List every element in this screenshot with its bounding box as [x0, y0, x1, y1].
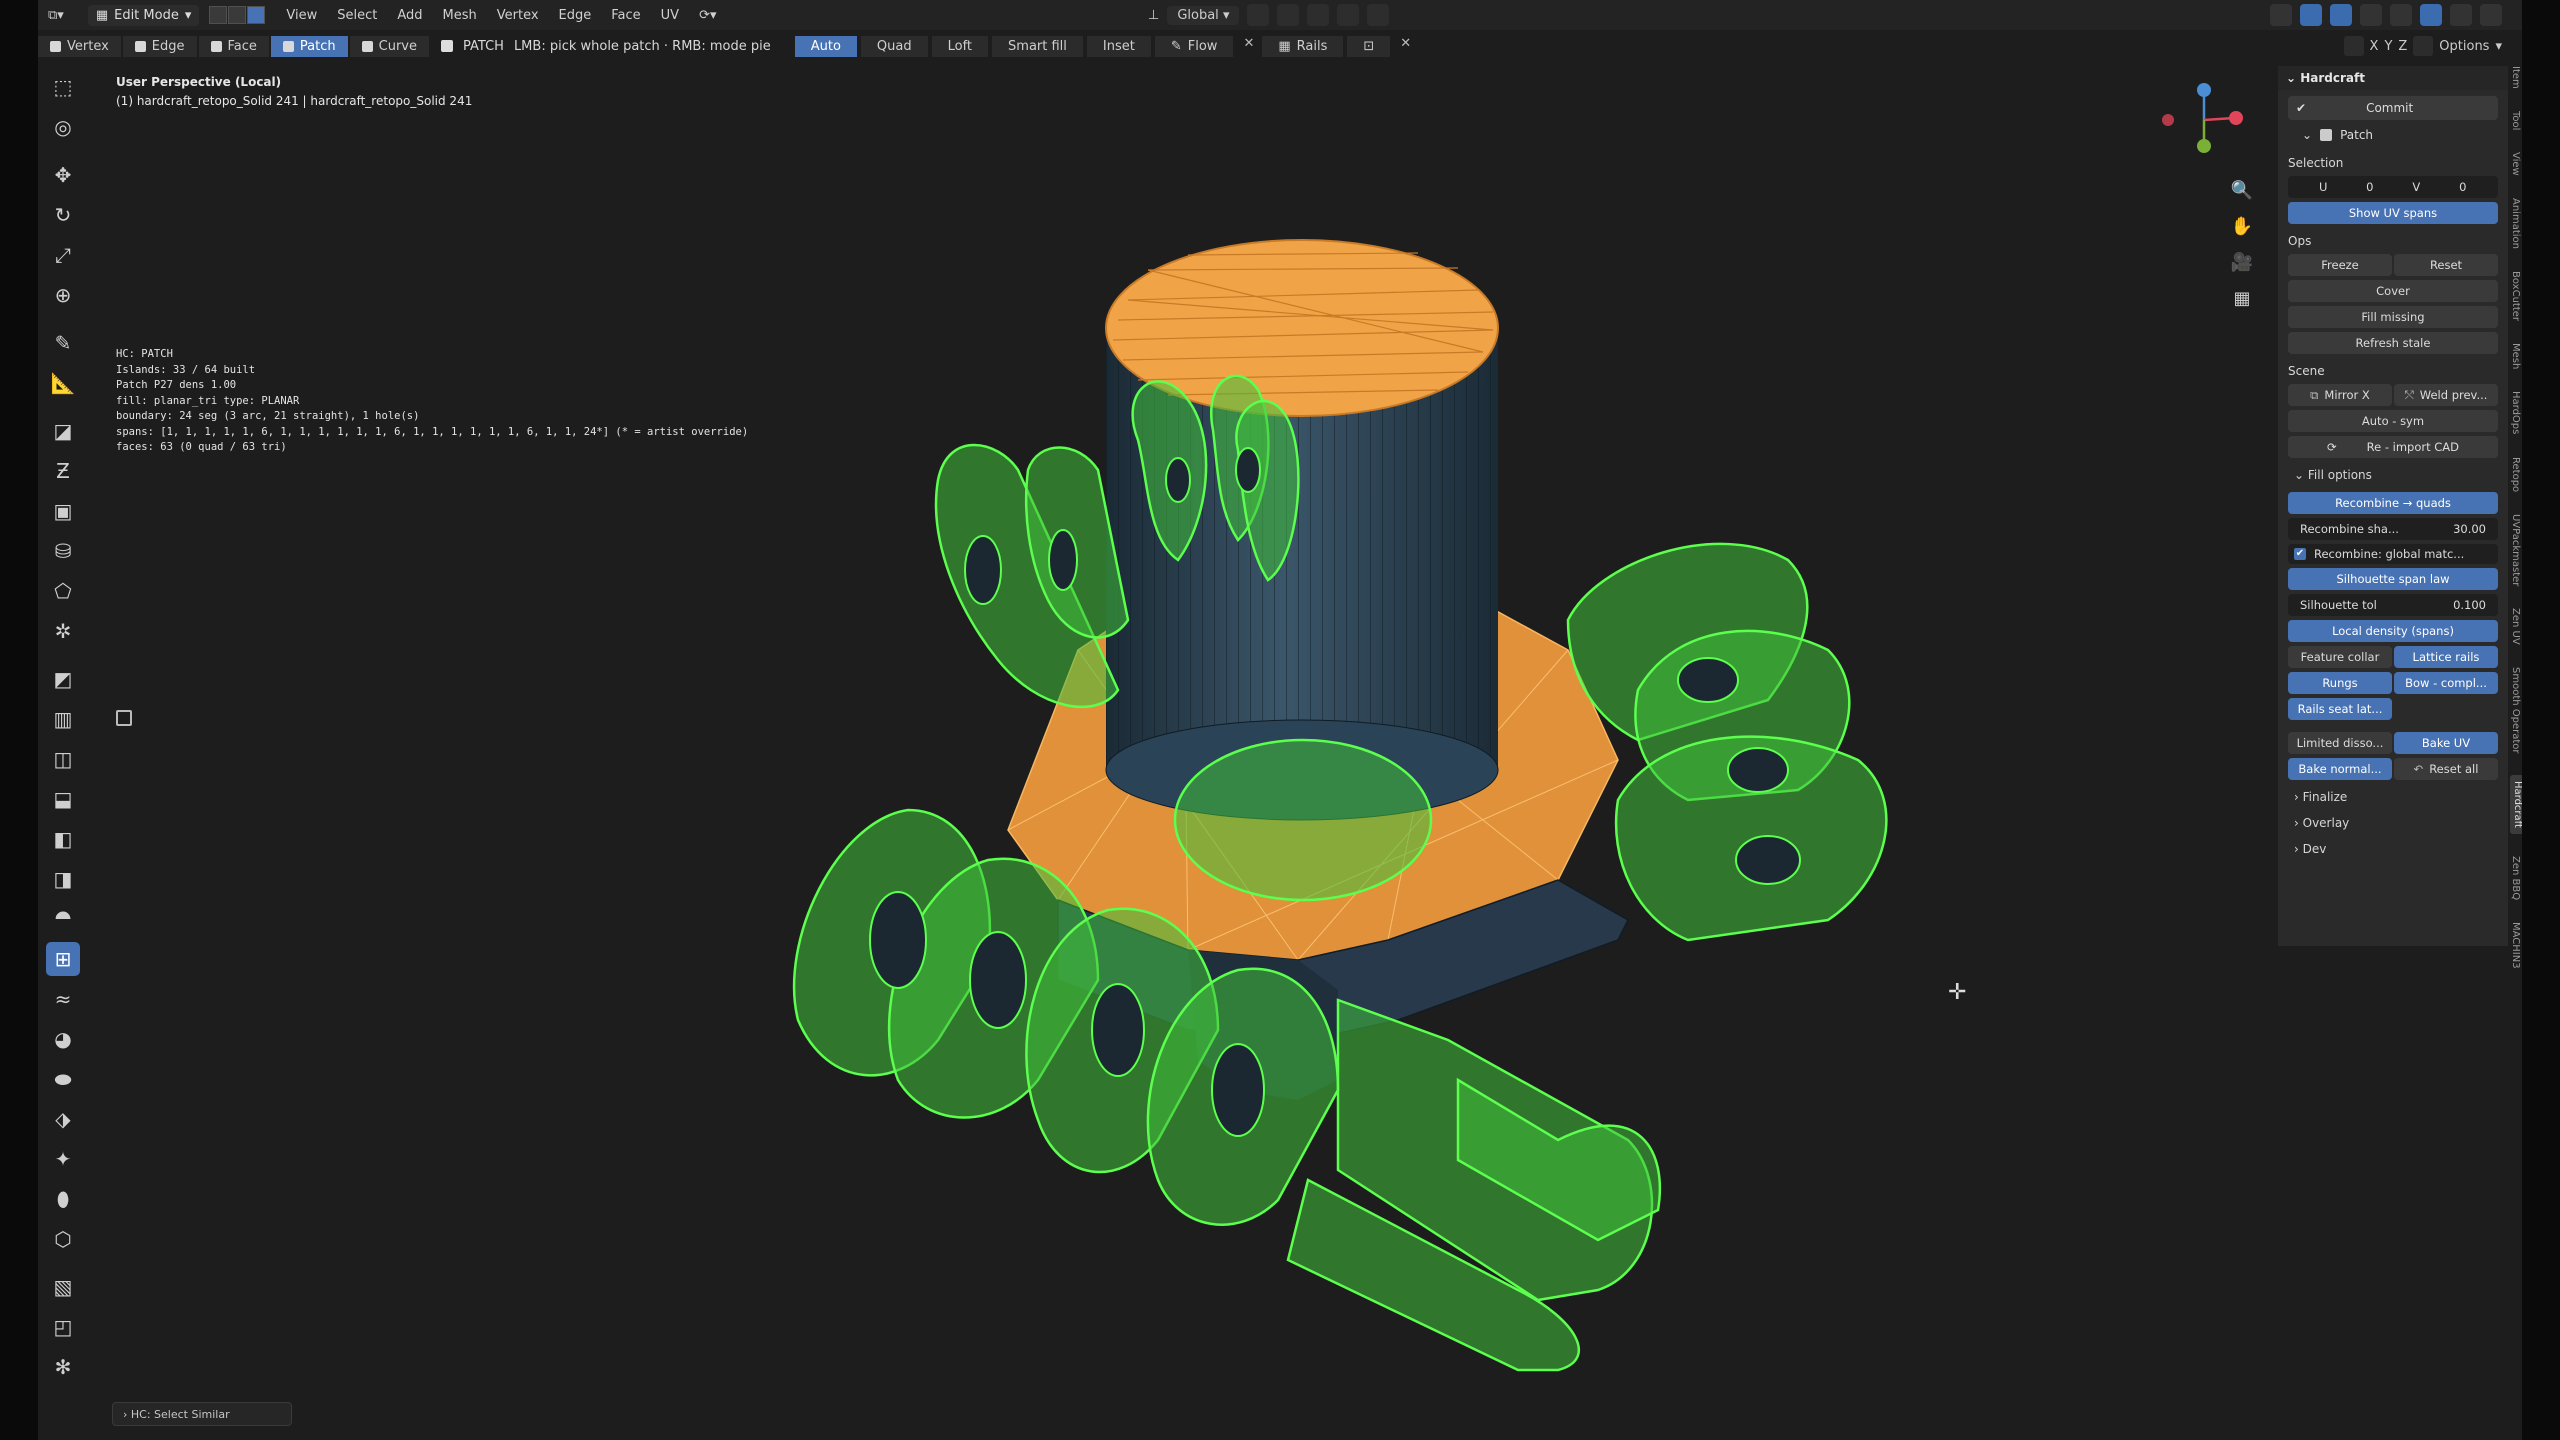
active-object-label: (1) hardcraft_retopo_Solid 241 | hardcra… — [116, 94, 473, 108]
rails-row: Rails seat lat... — [2288, 698, 2498, 720]
tab-item[interactable]: Item — [2510, 66, 2521, 89]
tab-hardcraft[interactable]: Hardcraft — [2510, 775, 2522, 835]
bake-uv-button[interactable]: Bake UV — [2394, 732, 2498, 754]
ops-label: Ops — [2288, 234, 2312, 248]
tab-zen-bbq[interactable]: Zen BBQ — [2510, 856, 2521, 900]
silhouette-span-law-button[interactable]: Silhouette span law — [2288, 568, 2498, 590]
tab-machin3[interactable]: MACHIN3 — [2510, 922, 2521, 969]
limited-dissolve-button[interactable]: Limited disso... — [2288, 732, 2392, 754]
tab-mesh[interactable]: Mesh — [2510, 343, 2521, 369]
scene-row: ⧉ Mirror X ⤲ Weld prev... — [2288, 384, 2498, 406]
selection-label: Selection — [2288, 156, 2344, 170]
chevron-down-icon: ⌄ — [2286, 71, 2301, 85]
panel-header[interactable]: ⌄ Hardcraft — [2278, 66, 2508, 90]
patch-toggle-icon — [2320, 129, 2333, 141]
recombine-global-checkbox[interactable]: ✔ Recombine: global matc... — [2288, 544, 2498, 564]
weld-icon: ⤲ — [2404, 387, 2414, 402]
tab-animation[interactable]: Animation — [2510, 198, 2521, 249]
reset-all-button[interactable]: ↶ Reset all — [2394, 758, 2498, 780]
reimport-cad-button[interactable]: ⟳ Re - import CAD — [2288, 436, 2498, 458]
chevron-right-icon: › — [2294, 816, 2303, 830]
weld-prev-button[interactable]: ⤲ Weld prev... — [2394, 384, 2498, 406]
check-icon: ✔ — [2296, 101, 2307, 115]
feature-row: Feature collar Lattice rails — [2288, 646, 2498, 668]
viewport-nav-buttons: 🔍 ✋ 🎥 ▦ — [2228, 180, 2256, 324]
local-density-button[interactable]: Local density (spans) — [2288, 620, 2498, 642]
lattice-rails-button[interactable]: Lattice rails — [2394, 646, 2498, 668]
mirror-icon: ⧉ — [2310, 387, 2319, 402]
neg-x-axis-icon[interactable] — [2162, 114, 2174, 126]
viewport-3d-scene[interactable] — [38, 0, 2522, 1440]
tab-boxcutter[interactable]: BoxCutter — [2510, 271, 2521, 321]
bake-row: Limited disso... Bake UV — [2288, 732, 2498, 754]
sidebar-tabs: Item Tool View Animation BoxCutter Mesh … — [2510, 66, 2522, 1206]
refresh-icon: ⟳ — [2326, 440, 2337, 454]
tab-retopo[interactable]: Retopo — [2510, 457, 2521, 492]
patch-subpanel[interactable]: ⌄ Patch — [2302, 124, 2498, 146]
x-axis-icon[interactable] — [2229, 111, 2243, 125]
show-uv-spans-button[interactable]: Show UV spans — [2288, 202, 2498, 224]
tab-smooth-operator[interactable]: Smooth Operator — [2510, 667, 2521, 754]
bake-normal-row: Bake normal... ↶ Reset all — [2288, 758, 2498, 780]
scene-label: Scene — [2288, 364, 2325, 378]
refresh-stale-button[interactable]: Refresh stale — [2288, 332, 2498, 354]
overlay-subpanel[interactable]: › Overlay — [2278, 810, 2508, 836]
blender-window: ⧉▾ ▦ Edit Mode ▾ View Select Add Mesh Ve… — [38, 0, 2522, 1440]
camera-view-icon[interactable]: 🎥 — [2228, 252, 2256, 280]
commit-button[interactable]: ✔ Commit — [2288, 96, 2498, 120]
rails-seat-button[interactable]: Rails seat lat... — [2288, 698, 2392, 720]
hardcraft-sidebar-panel: ⌄ Hardcraft ✔ Commit ⌄ Patch Selection U 0… — [2278, 66, 2508, 946]
cover-button[interactable]: Cover — [2288, 280, 2498, 302]
finalize-subpanel[interactable]: › Finalize — [2278, 784, 2508, 810]
reset-button[interactable]: Reset — [2394, 254, 2498, 276]
ops-row: Freeze Reset — [2288, 254, 2498, 276]
chevron-down-icon: ⌄ — [2302, 128, 2313, 142]
zoom-icon[interactable]: 🔍 — [2228, 180, 2256, 208]
rungs-row: Rungs Bow - compl... — [2288, 672, 2498, 694]
z-axis-icon[interactable] — [2197, 83, 2211, 97]
bake-normal-button[interactable]: Bake normal... — [2288, 758, 2392, 780]
tab-view[interactable]: View — [2510, 152, 2521, 176]
feature-collar-button[interactable]: Feature collar — [2288, 646, 2392, 668]
undo-icon: ↶ — [2413, 762, 2424, 776]
recombine-sharp-field[interactable]: Recombine sha... 30.00 — [2288, 518, 2498, 540]
navigation-gizmo[interactable] — [2162, 83, 2243, 153]
chevron-down-icon: ⌄ — [2294, 468, 2308, 482]
check-icon: ✔ — [2294, 548, 2306, 560]
recombine-quads-button[interactable]: Recombine → quads — [2288, 492, 2498, 514]
rungs-button[interactable]: Rungs — [2288, 672, 2392, 694]
tab-hardops[interactable]: HardOps — [2510, 391, 2521, 434]
fill-options-subpanel[interactable]: ⌄ Fill options — [2278, 462, 2508, 488]
mirror-x-button[interactable]: ⧉ Mirror X — [2288, 384, 2392, 406]
chevron-right-icon: › — [2294, 790, 2303, 804]
toolbar-expand-icon[interactable] — [116, 710, 132, 726]
3d-cursor-crosshair-icon: ✛ — [1948, 980, 1967, 1005]
freeze-button[interactable]: Freeze — [2288, 254, 2392, 276]
tab-uvpackmaster[interactable]: UVPackmaster — [2510, 514, 2521, 586]
hardcraft-info-overlay: HC: PATCH Islands: 33 / 64 built Patch P… — [116, 348, 749, 453]
viewport-title: User Perspective (Local) (1) hardcraft_r… — [116, 73, 472, 111]
bow-compl-button[interactable]: Bow - compl... — [2394, 672, 2498, 694]
last-operation-panel[interactable]: › HC: Select Similar — [112, 1402, 292, 1426]
tab-zen-uv[interactable]: Zen UV — [2510, 608, 2521, 645]
dev-subpanel[interactable]: › Dev — [2278, 836, 2508, 862]
uv-selection-field[interactable]: U 0 V 0 — [2288, 176, 2498, 198]
silhouette-tol-field[interactable]: Silhouette tol 0.100 — [2288, 594, 2498, 616]
fill-missing-button[interactable]: Fill missing — [2288, 306, 2498, 328]
y-axis-icon[interactable] — [2197, 139, 2211, 153]
chevron-right-icon: › — [2294, 842, 2303, 856]
auto-sym-button[interactable]: Auto - sym — [2288, 410, 2498, 432]
pan-hand-icon[interactable]: ✋ — [2228, 216, 2256, 244]
ortho-toggle-icon[interactable]: ▦ — [2228, 288, 2256, 316]
tab-tool[interactable]: Tool — [2510, 111, 2521, 130]
